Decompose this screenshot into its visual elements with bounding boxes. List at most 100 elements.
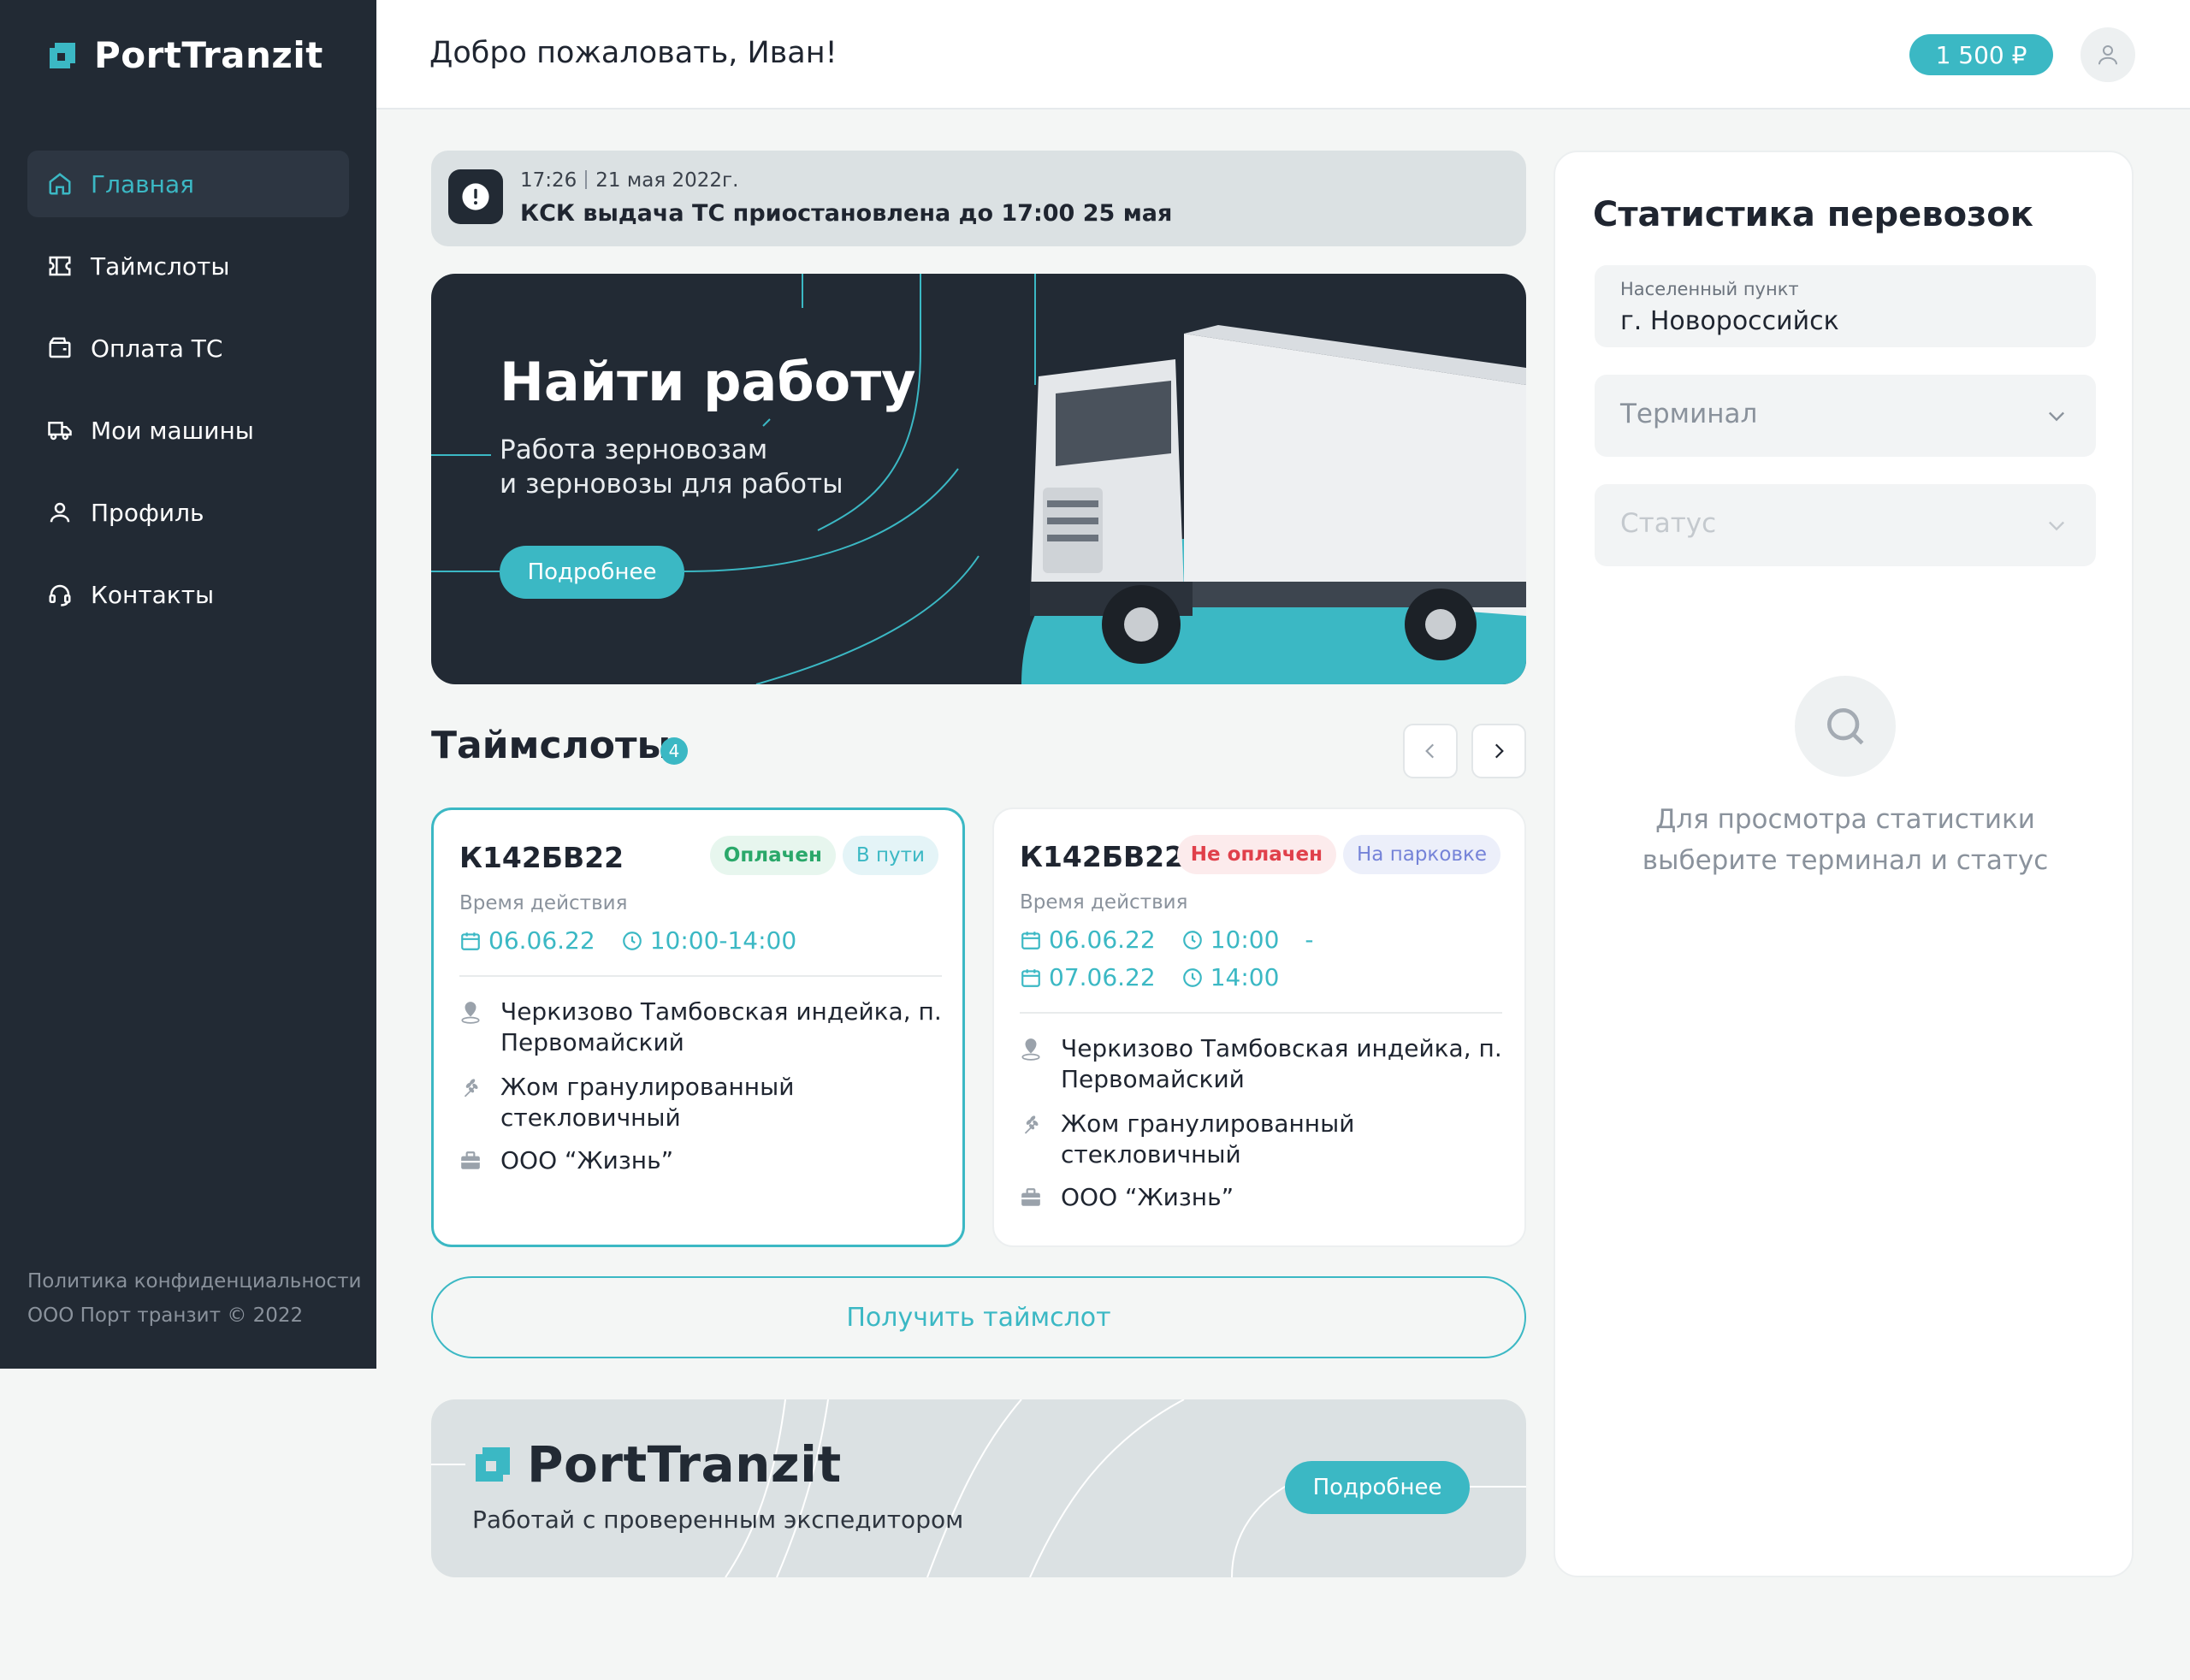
location-text: Черкизово Тамбовская индейка, п. Первома… bbox=[500, 997, 942, 1056]
terminal-select[interactable]: Терминал bbox=[1595, 375, 2096, 457]
status-badge-on-road: В пути bbox=[842, 836, 938, 875]
banner-title: Найти работу bbox=[500, 351, 916, 413]
sidebar: PortTranzit Главная Таймслоты Оплата ТС … bbox=[0, 0, 376, 1369]
status-badge-unpaid: Не оплачен bbox=[1176, 835, 1336, 874]
notice-time: 17:26 bbox=[520, 169, 577, 192]
stats-empty-line: выберите терминал и статус bbox=[1642, 845, 2049, 876]
cargo-text: Жом гранулированный стекловичный bbox=[500, 1073, 795, 1132]
stats-title: Статистика перевозок bbox=[1593, 195, 2033, 234]
vehicle-plate: К142БВ22 bbox=[459, 841, 624, 874]
location-icon bbox=[461, 1002, 480, 1024]
brand-name: PortTranzit bbox=[94, 34, 323, 76]
timeslots-count-badge: 4 bbox=[660, 737, 688, 765]
promo-banner: PortTranzit Работай с проверенным экспед… bbox=[431, 1399, 1526, 1577]
chevron-left-icon bbox=[1425, 743, 1435, 759]
sidebar-item-home[interactable]: Главная bbox=[27, 151, 349, 217]
user-icon bbox=[2098, 45, 2117, 65]
city-field[interactable]: Населенный пункт г. Новороссийск bbox=[1595, 265, 2096, 347]
card-divider bbox=[1020, 1012, 1502, 1014]
banner-subtitle-line: и зерновозы для работы bbox=[500, 469, 843, 500]
wallet-icon bbox=[46, 334, 74, 362]
banner-details-button[interactable]: Подробнее bbox=[500, 546, 684, 599]
sidebar-item-label: Профиль bbox=[91, 498, 204, 527]
clock-icon bbox=[622, 931, 642, 950]
promo-subtitle: Работай с проверенным экспедитором bbox=[472, 1505, 964, 1534]
timeslot-card[interactable]: К142БВ22 Не оплачен На парковке Время де… bbox=[992, 807, 1526, 1247]
timeslots-title: Таймслоты bbox=[431, 724, 672, 767]
job-banner: Найти работу Работа зерновозам и зерново… bbox=[431, 274, 1526, 684]
banner-subtitle: Работа зерновозам и зерновозы для работы bbox=[500, 433, 876, 501]
vehicle-plate: К142БВ22 bbox=[1020, 840, 1185, 873]
notification-banner[interactable]: 17:26 21 мая 2022г. КСК выдача ТС приоста… bbox=[431, 151, 1526, 246]
sidebar-item-timeslots[interactable]: Таймслоты bbox=[27, 233, 349, 299]
headset-icon bbox=[46, 581, 74, 608]
validity-label: Время действия bbox=[459, 892, 628, 914]
balance-badge[interactable]: 1 500 ₽ bbox=[1909, 34, 2053, 75]
get-timeslot-button[interactable]: Получить таймслот bbox=[431, 1276, 1526, 1358]
chevron-down-icon bbox=[2049, 521, 2064, 531]
sidebar-item-label: Контакты bbox=[91, 580, 215, 609]
validity-time: 10:00-14:00 bbox=[649, 926, 797, 955]
sidebar-item-label: Главная bbox=[91, 169, 194, 198]
validity-time-from: 10:00 bbox=[1210, 926, 1280, 954]
location-text: Черкизово Тамбовская индейка, п. Первома… bbox=[1061, 1034, 1502, 1093]
calendar-icon bbox=[461, 932, 480, 950]
brand-logo[interactable]: PortTranzit bbox=[50, 34, 323, 76]
user-icon bbox=[46, 499, 74, 526]
calendar-icon bbox=[1021, 968, 1040, 987]
card-badges: Оплачен В пути bbox=[709, 836, 938, 875]
sidebar-item-label: Оплата ТС bbox=[91, 334, 223, 363]
validity-date-from: 06.06.22 bbox=[1049, 926, 1156, 954]
cargo-text: Жом гранулированный стекловичный bbox=[1061, 1109, 1355, 1168]
next-button[interactable] bbox=[1471, 724, 1526, 778]
validity-datetime: 06.06.22 10:00-14:00 bbox=[459, 926, 796, 955]
truck-illustration bbox=[1021, 325, 1526, 684]
welcome-title: Добро пожаловать, Иван! bbox=[429, 36, 838, 70]
chevron-right-icon bbox=[1495, 743, 1504, 759]
sidebar-item-profile[interactable]: Профиль bbox=[27, 479, 349, 546]
wheat-icon bbox=[1024, 1115, 1039, 1134]
stats-empty-line: Для просмотра статистики bbox=[1655, 804, 2035, 835]
calendar-icon bbox=[1021, 931, 1040, 949]
city-label: Населенный пункт bbox=[1620, 279, 1799, 299]
copyright: ООО Порт транзит © 2022 bbox=[27, 1304, 304, 1327]
location-icon bbox=[1021, 1038, 1040, 1061]
status-select[interactable]: Статус bbox=[1595, 484, 2096, 566]
terminal-placeholder: Терминал bbox=[1620, 399, 1758, 429]
sidebar-item-contacts[interactable]: Контакты bbox=[27, 561, 349, 628]
logo-icon bbox=[50, 42, 75, 68]
banner-subtitle-line: Работа зерновозам bbox=[500, 435, 768, 465]
stats-panel: Статистика перевозок Населенный пункт г.… bbox=[1554, 151, 2134, 1577]
prev-button[interactable] bbox=[1403, 724, 1458, 778]
sidebar-item-label: Таймслоты bbox=[91, 251, 230, 281]
home-icon bbox=[46, 170, 74, 198]
search-icon bbox=[1795, 676, 1896, 777]
range-dash: - bbox=[1305, 926, 1314, 954]
location-row: Черкизово Тамбовская индейка, п. Первома… bbox=[1020, 1033, 1506, 1095]
status-badge-paid: Оплачен bbox=[709, 836, 836, 875]
validity-start: 06.06.22 10:00 - bbox=[1020, 926, 1314, 954]
status-badge-parking: На парковке bbox=[1343, 835, 1500, 874]
privacy-policy-link[interactable]: Политика конфиденциальности bbox=[27, 1264, 361, 1298]
company-row: ООО “Жизнь” bbox=[1020, 1182, 1506, 1216]
validity-label: Время действия bbox=[1020, 891, 1188, 914]
promo-brand-name: PortTranzit bbox=[527, 1435, 842, 1494]
company-text: ООО “Жизнь” bbox=[500, 1146, 674, 1174]
sidebar-item-my-cars[interactable]: Мои машины bbox=[27, 397, 349, 464]
promo-details-button[interactable]: Подробнее bbox=[1285, 1461, 1470, 1514]
avatar[interactable] bbox=[2080, 27, 2135, 82]
wheat-icon bbox=[464, 1079, 478, 1097]
city-value: г. Новороссийск bbox=[1620, 306, 1839, 336]
ticket-icon bbox=[46, 252, 74, 280]
notice-datetime: 17:26 21 мая 2022г. bbox=[520, 169, 738, 192]
clock-icon bbox=[1182, 930, 1202, 949]
validity-date-to: 07.06.22 bbox=[1049, 963, 1156, 991]
sidebar-item-payment[interactable]: Оплата ТС bbox=[27, 315, 349, 382]
validity-end: 07.06.22 14:00 bbox=[1020, 963, 1279, 991]
card-badges: Не оплачен На парковке bbox=[1176, 835, 1500, 874]
timeslot-card[interactable]: К142БВ22 Оплачен В пути Время действия 0… bbox=[431, 807, 965, 1247]
location-row: Черкизово Тамбовская индейка, п. Первома… bbox=[459, 997, 945, 1058]
notice-date: 21 мая 2022г. bbox=[595, 169, 739, 192]
validity-date: 06.06.22 bbox=[488, 926, 595, 955]
validity-time-to: 14:00 bbox=[1210, 963, 1280, 991]
